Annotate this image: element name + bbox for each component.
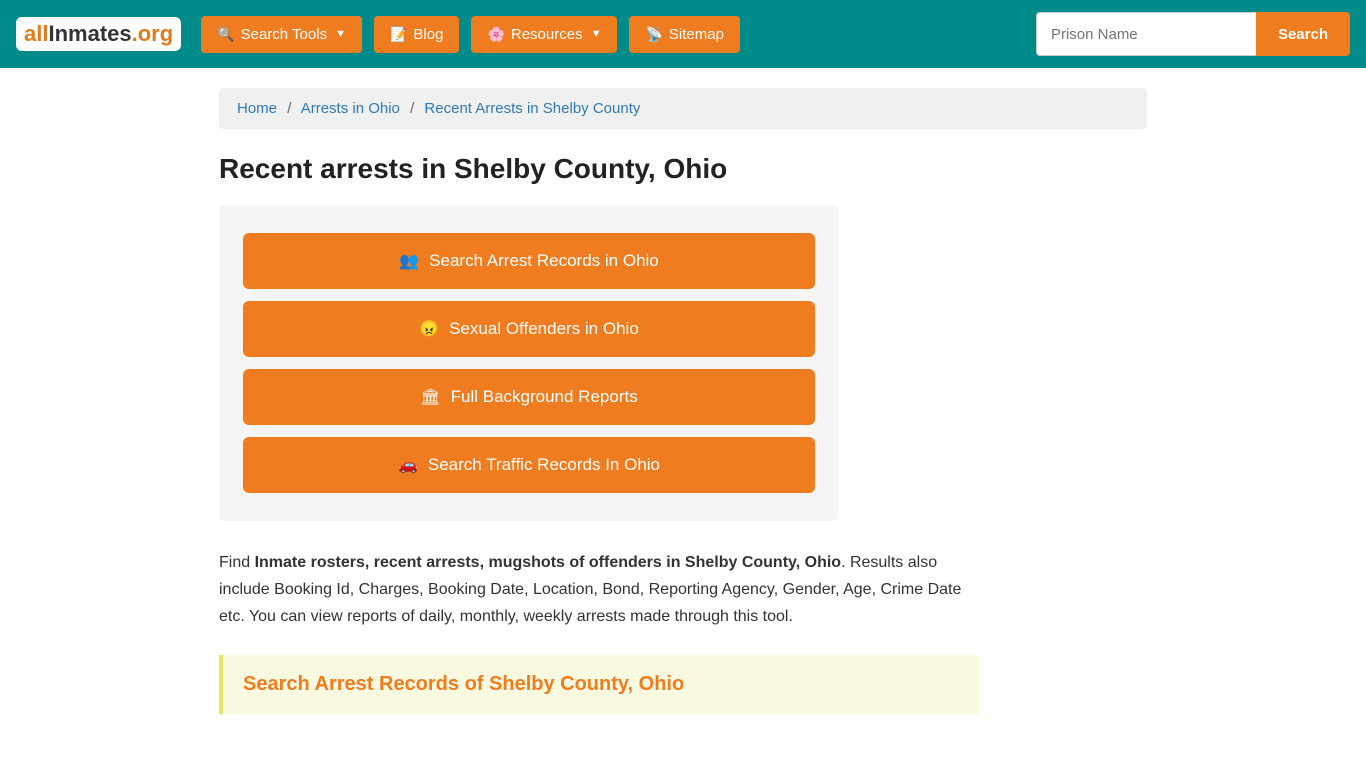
description-pre: Find	[219, 554, 255, 571]
background-reports-label: Full Background Reports	[451, 387, 638, 407]
people-icon	[399, 251, 419, 271]
search-icon	[217, 26, 234, 43]
chevron-down-icon: ▼	[335, 28, 346, 40]
breadcrumb-sep-1: /	[287, 100, 291, 117]
resources-icon	[487, 26, 504, 43]
traffic-records-button[interactable]: Search Traffic Records In Ohio	[243, 437, 815, 493]
sitemap-icon	[645, 26, 662, 43]
page-title: Recent arrests in Shelby County, Ohio	[219, 153, 1147, 185]
search-arrest-records-button[interactable]: Search Arrest Records in Ohio	[243, 233, 815, 289]
description-paragraph: Find Inmate rosters, recent arrests, mug…	[219, 549, 979, 631]
resources-button[interactable]: Resources ▼	[471, 16, 617, 53]
prison-search-input[interactable]	[1036, 12, 1256, 56]
sitemap-label: Sitemap	[669, 26, 724, 43]
breadcrumb-home[interactable]: Home	[237, 100, 277, 117]
search-records-section: Search Arrest Records of Shelby County, …	[219, 655, 979, 714]
breadcrumb-arrests-ohio[interactable]: Arrests in Ohio	[301, 100, 400, 117]
prison-search-button[interactable]: Search	[1256, 12, 1350, 56]
blog-button[interactable]: Blog	[374, 16, 459, 53]
action-buttons-box: Search Arrest Records in Ohio Sexual Off…	[219, 205, 839, 521]
breadcrumb: Home / Arrests in Ohio / Recent Arrests …	[219, 88, 1147, 129]
description-bold: Inmate rosters, recent arrests, mugshots…	[255, 554, 841, 571]
search-btn-label: Search	[1278, 26, 1328, 43]
breadcrumb-sep-2: /	[410, 100, 414, 117]
search-records-title: Search Arrest Records of Shelby County, …	[243, 673, 959, 696]
sexual-offenders-button[interactable]: Sexual Offenders in Ohio	[243, 301, 815, 357]
search-tools-label: Search Tools	[241, 26, 327, 43]
chevron-down-icon-resources: ▼	[591, 28, 602, 40]
background-reports-button[interactable]: Full Background Reports	[243, 369, 815, 425]
blog-icon	[390, 26, 407, 43]
breadcrumb-current: Recent Arrests in Shelby County	[424, 100, 640, 117]
background-icon	[420, 387, 440, 407]
search-tools-button[interactable]: Search Tools ▼	[201, 16, 362, 53]
car-icon	[398, 455, 418, 475]
navbar: allInmates.org Search Tools ▼ Blog Resou…	[0, 0, 1366, 68]
logo-inmates: Inmates	[48, 21, 131, 46]
resources-label: Resources	[511, 26, 583, 43]
logo-all: all	[24, 21, 48, 46]
prison-search-bar: Search	[1036, 12, 1350, 56]
offender-icon	[419, 319, 439, 339]
sitemap-button[interactable]: Sitemap	[629, 16, 739, 53]
main-content: Home / Arrests in Ohio / Recent Arrests …	[203, 68, 1163, 754]
blog-label: Blog	[413, 26, 443, 43]
traffic-records-label: Search Traffic Records In Ohio	[428, 455, 660, 475]
sexual-offenders-label: Sexual Offenders in Ohio	[449, 319, 639, 339]
search-arrest-label: Search Arrest Records in Ohio	[429, 251, 659, 271]
logo-org: .org	[132, 21, 174, 46]
logo[interactable]: allInmates.org	[16, 17, 181, 51]
